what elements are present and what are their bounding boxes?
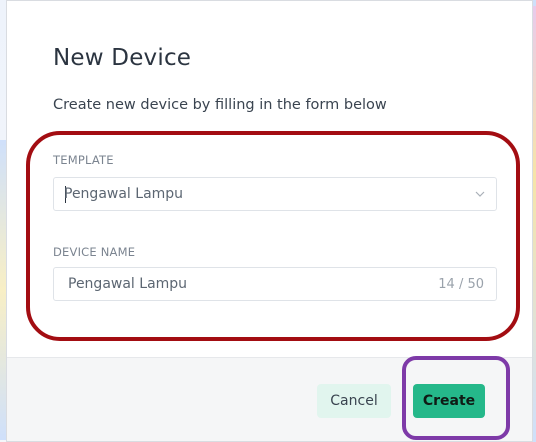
template-select-value: Pengawal Lampu [64, 186, 184, 202]
template-select[interactable]: Pengawal Lampu [53, 177, 497, 211]
chevron-down-icon[interactable] [474, 188, 486, 200]
device-name-input[interactable]: Pengawal Lampu 14 / 50 [53, 267, 497, 301]
dialog-subtitle: Create new device by filling in the form… [53, 97, 387, 113]
template-label: TEMPLATE [53, 153, 114, 167]
dialog-title: New Device [53, 45, 192, 71]
character-counter: 14 / 50 [438, 277, 484, 292]
cancel-button[interactable]: Cancel [317, 384, 391, 418]
device-name-label: DEVICE NAME [53, 245, 136, 259]
dialog-footer: Cancel Create [7, 357, 532, 441]
device-name-value: Pengawal Lampu [68, 276, 188, 292]
new-device-dialog: New Device Create new device by filling … [6, 0, 533, 442]
create-button[interactable]: Create [413, 384, 485, 418]
